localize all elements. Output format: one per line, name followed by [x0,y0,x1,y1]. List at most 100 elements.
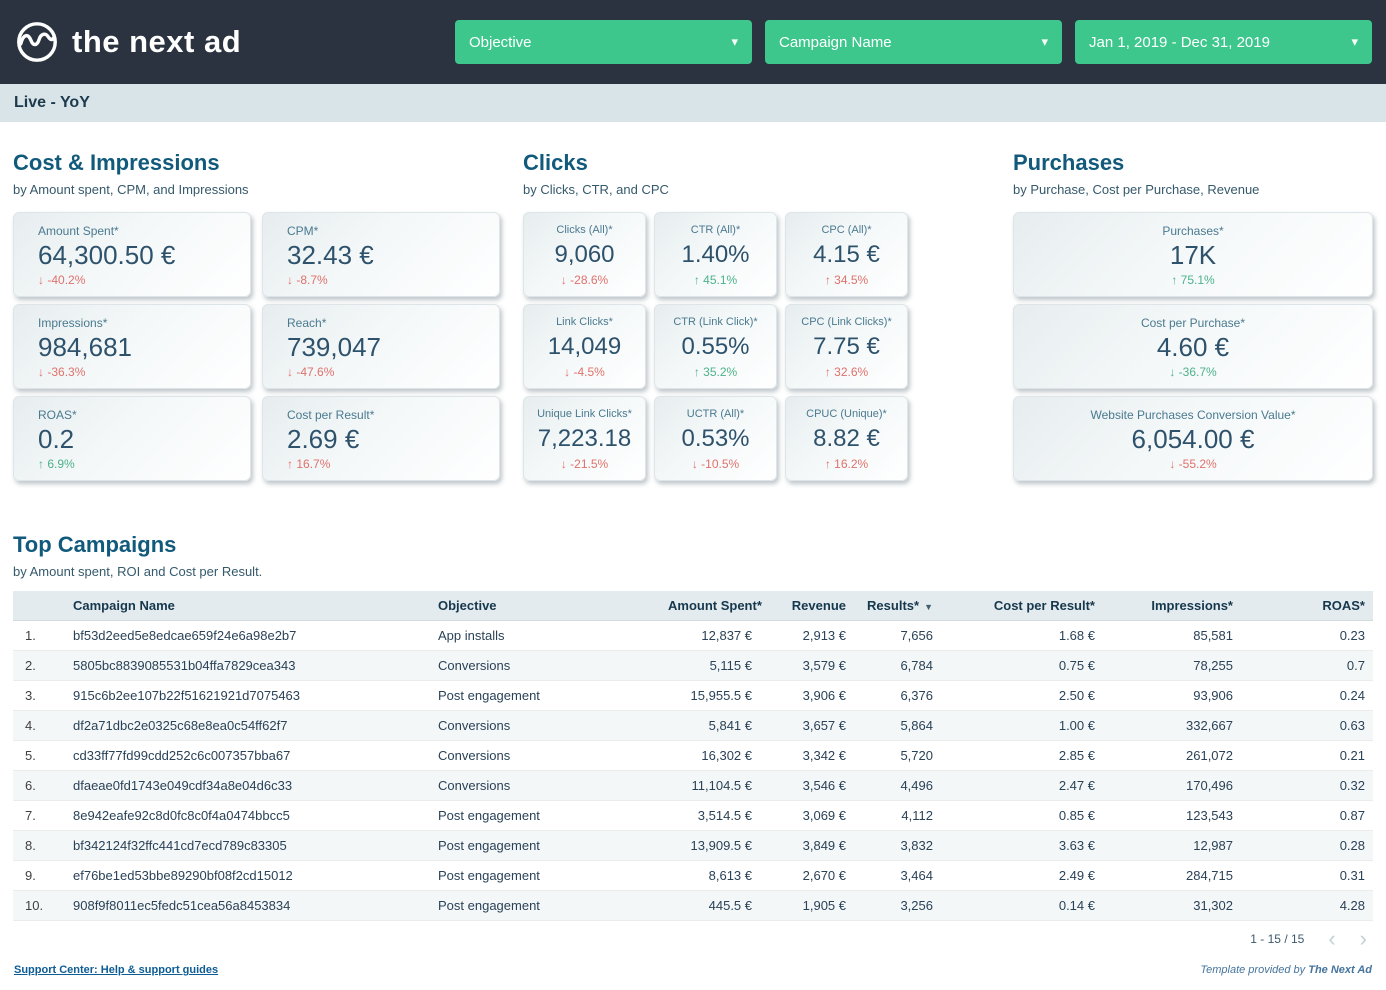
cell-amount_spent: 11,104.5 € [660,771,760,801]
kpi-delta: ↓ -36.7% [1169,365,1216,379]
cell-impressions: 12,987 [1103,831,1241,861]
kpi-delta-value: -28.6% [570,273,608,287]
kpi-label: Purchases* [1162,224,1223,238]
cell-campaign_name: ef76be1ed53bbe89290bf08f2cd15012 [65,861,430,891]
cell-objective: Post engagement [430,681,660,711]
cell-objective: Conversions [430,711,660,741]
cell-results: 7,656 [854,621,941,651]
kpi-value: 984,681 [38,334,132,361]
cell-impressions: 332,667 [1103,711,1241,741]
arrow-down-icon: ↓ [692,457,698,471]
cell-results: 5,720 [854,741,941,771]
column-header-campaign_name[interactable]: Campaign Name [65,591,430,621]
kpi-label: CPM* [287,224,318,238]
kpi-delta: ↑ 16.7% [287,457,330,471]
cell-index: 5. [13,741,65,771]
support-center-link[interactable]: Support Center: Help & support guides [14,964,218,976]
cell-campaign_name: 908f9f8011ec5fedc51cea56a8453834 [65,891,430,921]
kpi-card-website-purchases-conversion-value: Website Purchases Conversion Value*6,054… [1013,396,1373,481]
kpi-delta: ↑ 75.1% [1171,273,1214,287]
cell-campaign_name: 915c6b2ee107b22f51621921d7075463 [65,681,430,711]
table-row: 3.915c6b2ee107b22f51621921d7075463Post e… [13,681,1373,711]
column-header-objective[interactable]: Objective [430,591,660,621]
column-header-cost_per_result[interactable]: Cost per Result* [941,591,1103,621]
cell-cost_per_result: 1.68 € [941,621,1103,651]
kpi-delta-value: 45.1% [703,273,737,287]
kpi-delta: ↓ -47.6% [287,365,334,379]
kpi-delta: ↓ -40.2% [38,273,85,287]
section-cost-impressions: Cost & Impressions by Amount spent, CPM,… [13,150,500,481]
cell-impressions: 31,302 [1103,891,1241,921]
objective-filter-dropdown[interactable]: Objective ▾ [455,20,752,64]
column-header-amount_spent[interactable]: Amount Spent* [660,591,760,621]
top-bar: the next ad Objective ▾ Campaign Name ▾ … [0,0,1386,84]
kpi-card-purchases: Purchases*17K↑ 75.1% [1013,212,1373,297]
kpi-card-uctr-all: UCTR (All)*0.53%↓ -10.5% [654,396,777,481]
cell-campaign_name: cd33ff77fd99cdd252c6c007357bba67 [65,741,430,771]
campaign-name-filter-dropdown[interactable]: Campaign Name ▾ [765,20,1062,64]
cell-roas: 0.21 [1241,741,1373,771]
pagination-next-icon[interactable]: › [1360,930,1367,948]
kpi-card-unique-link-clicks: Unique Link Clicks*7,223.18↓ -21.5% [523,396,646,481]
kpi-delta: ↓ -4.5% [564,365,605,379]
cell-results: 3,832 [854,831,941,861]
cell-impressions: 93,906 [1103,681,1241,711]
kpi-delta-value: -36.3% [47,365,85,379]
kpi-label: Link Clicks* [556,316,613,328]
credit-brand: The Next Ad [1308,964,1372,976]
kpi-value: 4.15 € [813,242,880,267]
cell-campaign_name: bf53d2eed5e8edcae659f24e6a98e2b7 [65,621,430,651]
table-row: 10.908f9f8011ec5fedc51cea56a8453834Post … [13,891,1373,921]
kpi-delta: ↑ 45.1% [694,273,737,287]
kpi-delta: ↑ 16.2% [825,457,868,471]
cell-revenue: 1,905 € [760,891,854,921]
cell-revenue: 3,657 € [760,711,854,741]
kpi-delta-value: -21.5% [570,457,608,471]
kpi-delta: ↓ -8.7% [287,273,328,287]
campaign-name-filter-label: Campaign Name [779,34,1041,51]
cell-objective: Conversions [430,651,660,681]
arrow-down-icon: ↓ [38,273,44,287]
kpi-label: Clicks (All)* [556,224,612,236]
date-range-filter-dropdown[interactable]: Jan 1, 2019 - Dec 31, 2019 ▾ [1075,20,1372,64]
kpi-delta-value: -47.6% [296,365,334,379]
column-header-roas[interactable]: ROAS* [1241,591,1373,621]
column-header-index[interactable] [13,591,65,621]
cell-revenue: 2,913 € [760,621,854,651]
kpi-card-cpc-link-clicks: CPC (Link Clicks)*7.75 €↑ 32.6% [785,304,908,389]
kpi-delta: ↓ -10.5% [692,457,739,471]
page-tab-live-yoy[interactable]: Live - YoY [14,94,90,112]
kpi-delta-value: 75.1% [1181,273,1215,287]
cell-roas: 0.32 [1241,771,1373,801]
cell-revenue: 2,670 € [760,861,854,891]
cell-campaign_name: dfaeae0fd1743e049cdf34a8e04d6c33 [65,771,430,801]
kpi-label: CTR (All)* [691,224,741,236]
arrow-down-icon: ↓ [287,273,293,287]
kpi-label: UCTR (All)* [687,408,744,420]
cell-roas: 0.28 [1241,831,1373,861]
cell-impressions: 123,543 [1103,801,1241,831]
cell-amount_spent: 13,909.5 € [660,831,760,861]
column-header-revenue[interactable]: Revenue [760,591,854,621]
kpi-card-grid-purchases: Purchases*17K↑ 75.1%Cost per Purchase*4.… [1013,212,1373,481]
cell-revenue: 3,849 € [760,831,854,861]
column-header-results[interactable]: Results*▼ [854,591,941,621]
kpi-delta: ↓ -36.3% [38,365,85,379]
kpi-card-ctr-all: CTR (All)*1.40%↑ 45.1% [654,212,777,297]
filter-bar: Objective ▾ Campaign Name ▾ Jan 1, 2019 … [455,20,1372,64]
cell-cost_per_result: 1.00 € [941,711,1103,741]
section-subtitle-clicks: by Clicks, CTR, and CPC [523,182,908,197]
cell-objective: Post engagement [430,891,660,921]
cell-roas: 0.24 [1241,681,1373,711]
kpi-delta-value: 35.2% [703,365,737,379]
cell-results: 6,784 [854,651,941,681]
cell-results: 4,496 [854,771,941,801]
cell-objective: Post engagement [430,801,660,831]
cell-cost_per_result: 2.85 € [941,741,1103,771]
kpi-delta: ↓ -55.2% [1169,457,1216,471]
cell-impressions: 284,715 [1103,861,1241,891]
kpi-delta-value: -36.7% [1179,365,1217,379]
pagination-prev-icon[interactable]: ‹ [1328,930,1335,948]
column-header-impressions[interactable]: Impressions* [1103,591,1241,621]
kpi-value: 2.69 € [287,426,359,453]
